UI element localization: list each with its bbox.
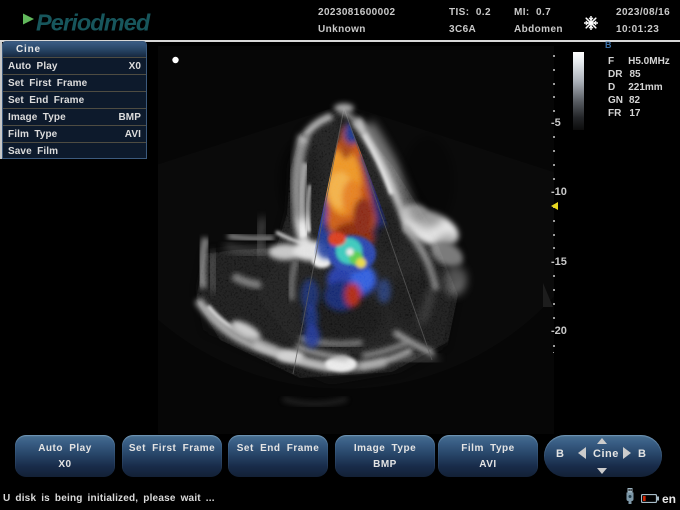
svg-text:Periodmed: Periodmed — [36, 10, 151, 36]
